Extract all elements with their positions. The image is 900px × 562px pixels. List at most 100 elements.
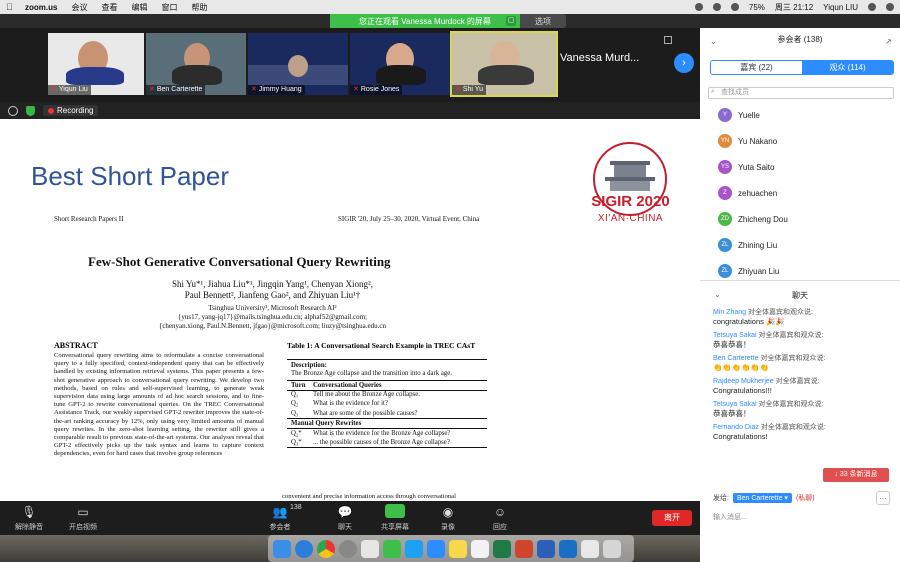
start-video-label: 开启视频 [69, 524, 97, 531]
next-page-icon[interactable]: › [674, 53, 694, 73]
example-table: Description: The Bronze Age collapse and… [287, 359, 487, 448]
word-icon[interactable] [537, 539, 555, 558]
affiliation-line: Tsinghua University¹, Microsoft Research… [208, 304, 337, 312]
participant-search-input[interactable]: 查找成员 [708, 87, 894, 99]
smiley-icon: ☺ [493, 505, 507, 519]
recording-indicator[interactable]: Recording [43, 105, 99, 116]
meeting-toolbar: 🎙 解除静音 ▭ 开启视频 👥 参会者 138 💬 聊天 共享屏幕 ◉ 录像 ☺… [0, 501, 700, 535]
wechat-icon[interactable] [383, 539, 401, 558]
list-item[interactable]: ZD Zhicheng Dou [700, 206, 900, 232]
control-center-icon[interactable] [886, 3, 894, 11]
wifi-icon[interactable] [730, 3, 739, 11]
affiliation-line: {chenyan.xiong, Paul.N.Bennett, jfgao}@m… [158, 322, 387, 330]
search-icon[interactable] [868, 3, 876, 11]
video-tile[interactable]: ✕ Yiqun Liu [48, 33, 144, 95]
paper-authors: Shi Yu*¹, Jiahua Liu*¹, Jingqin Yang¹, C… [120, 279, 425, 301]
tab-attendees[interactable]: 观众 (114) [802, 61, 893, 74]
trash-icon[interactable] [603, 539, 621, 558]
outlook-icon[interactable] [559, 539, 577, 558]
menu-edit[interactable]: 编辑 [131, 2, 147, 13]
unmute-button[interactable]: 🎙 解除静音 [4, 504, 54, 532]
paper-venue: SIGIR '20, July 25–30, 2020, Virtual Eve… [338, 215, 480, 223]
view-options-button[interactable]: 选项 [520, 14, 566, 28]
participant-name: Zhicheng Dou [738, 214, 788, 224]
chat-input[interactable]: 输入消息... [713, 512, 747, 522]
table-row: Q₃ What are some of the possible causes? [287, 409, 487, 419]
messages-icon[interactable] [361, 539, 379, 558]
table-row: Q₂ What is the evidence for it? [287, 399, 487, 409]
reactions-button[interactable]: ☺ 回应 [475, 504, 525, 532]
user-name[interactable]: Yiqun LIU [823, 3, 858, 12]
macos-dock [268, 535, 634, 562]
send-to-select[interactable]: Ben Carterette ▾ [732, 493, 792, 503]
zoom-tray-icon[interactable] [712, 3, 721, 11]
popout-icon[interactable]: ↗ [885, 37, 892, 46]
video-tile-active[interactable]: ✕ Shi Yu [450, 31, 558, 97]
video-tile[interactable]: ✕ Ben Carterette [146, 33, 246, 95]
logo-subtext: XI'AN·CHINA [597, 213, 664, 224]
video-tile[interactable]: ✕ Rosie Jones [350, 33, 450, 95]
panel-divider[interactable] [700, 280, 900, 281]
mic-muted-icon: ✕ [455, 86, 461, 93]
chat-button[interactable]: 💬 聊天 [320, 504, 370, 532]
pages-icon[interactable] [471, 539, 489, 558]
banner-expand-icon[interactable]: ▢ [506, 16, 516, 26]
logo-text: SIGIR 2020 [591, 193, 670, 210]
tab-panelists[interactable]: 嘉宾 (22) [711, 61, 802, 74]
unmute-label: 解除静音 [15, 524, 43, 531]
active-speaker-name[interactable]: Vanessa Murd... [560, 52, 660, 64]
documents-folder-icon[interactable] [581, 539, 599, 558]
menu-app-name[interactable]: zoom.us [25, 3, 57, 12]
apple-icon[interactable]:  [6, 2, 15, 12]
avatar: ZL [718, 264, 732, 278]
table-row: Q₁ Tell me about the Bronze Age collapse… [287, 389, 487, 400]
message-text: congratulations 🎉🎉 [713, 317, 785, 326]
excel-icon[interactable] [493, 539, 511, 558]
table-cell: Tell me about the Bronze Age collapse. [313, 391, 420, 399]
share-screen-button[interactable]: 共享屏幕 [370, 504, 420, 532]
shield-icon[interactable] [26, 105, 35, 116]
powerpoint-icon[interactable] [515, 539, 533, 558]
message-sender: Tetsuya Sakai 对全体嘉宾和观众说: [713, 401, 824, 408]
avatar: Y [718, 108, 732, 122]
info-icon[interactable] [8, 105, 18, 116]
chat-title: 聊天 [792, 291, 808, 300]
new-messages-button[interactable]: ↓ 33 条新消息 [823, 468, 889, 482]
message-text: 👏👏👏👏👏👏 [713, 363, 770, 372]
safari-icon[interactable] [295, 539, 313, 558]
more-options-icon[interactable]: … [876, 491, 890, 505]
video-tile[interactable]: ✕ Jimmy Huang [248, 33, 348, 95]
list-item[interactable]: Y Yuelle [700, 102, 900, 128]
message-sender: Tetsuya Sakai 对全体嘉宾和观众说: [713, 332, 824, 339]
reactions-label: 回应 [493, 524, 507, 531]
battery-percent[interactable]: 75% [749, 3, 765, 12]
record-icon: ◉ [442, 505, 454, 519]
zoom-icon[interactable] [427, 539, 445, 558]
start-video-button[interactable]: ▭ 开启视频 [58, 504, 108, 532]
menu-help[interactable]: 帮助 [191, 2, 207, 13]
list-item[interactable]: YN Yu Nakano [700, 128, 900, 154]
leave-meeting-button[interactable]: 离开 [652, 510, 692, 526]
chat-message: Min Zhang 对全体嘉宾和观众说: congratulations 🎉🎉 [713, 308, 893, 327]
clock[interactable]: 周三 21:12 [775, 2, 813, 13]
record-label: 录像 [441, 524, 455, 531]
camera-off-icon: ▭ [77, 505, 89, 519]
record-button[interactable]: ◉ 录像 [423, 504, 473, 532]
paper-body-fragment: convenient and precise information acces… [282, 493, 456, 500]
finder-icon[interactable] [273, 539, 291, 558]
table-header-row: Turn Conversational Queries [287, 380, 487, 390]
notes-icon[interactable] [449, 539, 467, 558]
minimize-strip-icon[interactable] [664, 36, 672, 44]
list-item[interactable]: Z zehuachen [700, 180, 900, 206]
menu-window[interactable]: 窗口 [161, 2, 177, 13]
chrome-icon[interactable] [317, 539, 335, 558]
recording-label: Recording [57, 106, 94, 115]
menu-meeting[interactable]: 会议 [71, 2, 87, 13]
list-item[interactable]: YS Yuta Saito [700, 154, 900, 180]
list-item[interactable]: ZL Zhining Liu [700, 232, 900, 258]
qq-icon[interactable] [405, 539, 423, 558]
chat-messages: Min Zhang 对全体嘉宾和观众说: congratulations 🎉🎉 … [713, 308, 893, 446]
wechat-tray-icon[interactable] [694, 3, 703, 11]
menu-view[interactable]: 查看 [101, 2, 117, 13]
settings-icon[interactable] [339, 539, 357, 558]
